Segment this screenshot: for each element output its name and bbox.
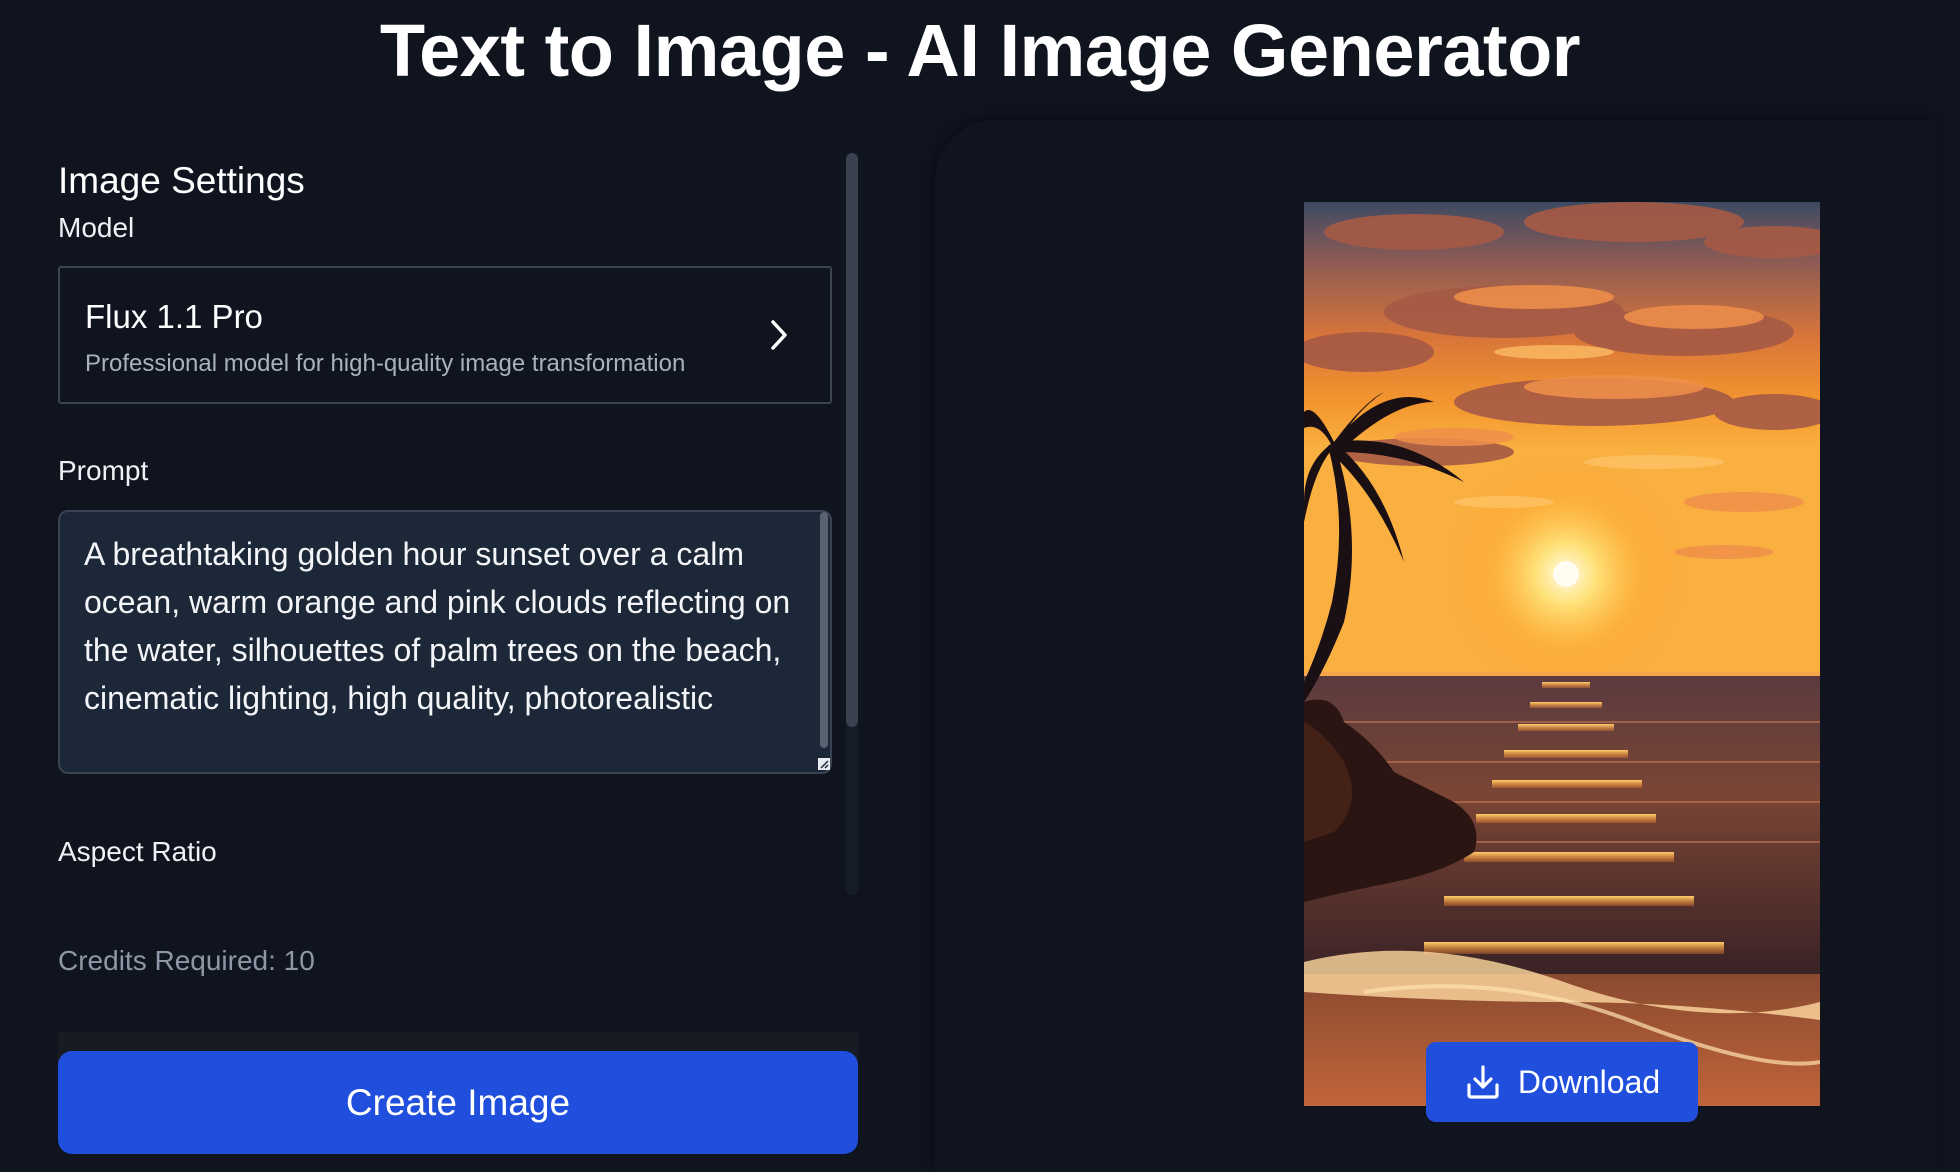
model-description: Professional model for high-quality imag… [85, 350, 686, 377]
credits-required: Credits Required: 10 [58, 945, 315, 976]
download-button[interactable]: Download [1426, 1042, 1698, 1122]
model-name: Flux 1.1 Pro [85, 298, 263, 335]
chevron-right-icon [771, 320, 787, 350]
model-label: Model [58, 212, 135, 243]
prompt-label: Prompt [58, 455, 149, 486]
aspect-ratio-label: Aspect Ratio [58, 836, 217, 867]
download-icon [1467, 1065, 1499, 1099]
page-title: Text to Image - AI Image Generator [379, 9, 1581, 92]
generated-image [1304, 202, 1820, 1106]
create-image-button[interactable]: Create Image [58, 1051, 858, 1154]
prompt-scrollbar[interactable] [820, 512, 828, 748]
download-label: Download [1517, 1063, 1661, 1100]
model-selector[interactable]: Flux 1.1 Pro Professional model for high… [58, 266, 832, 404]
page: Text to Image - AI Image Generator Image… [0, 0, 1960, 1172]
resize-handle-icon[interactable] [818, 758, 830, 770]
prompt-textarea[interactable]: A breathtaking golden hour sunset over a… [58, 510, 832, 774]
panel-scrollbar-thumb[interactable] [846, 153, 858, 727]
settings-title: Image Settings [58, 160, 305, 201]
